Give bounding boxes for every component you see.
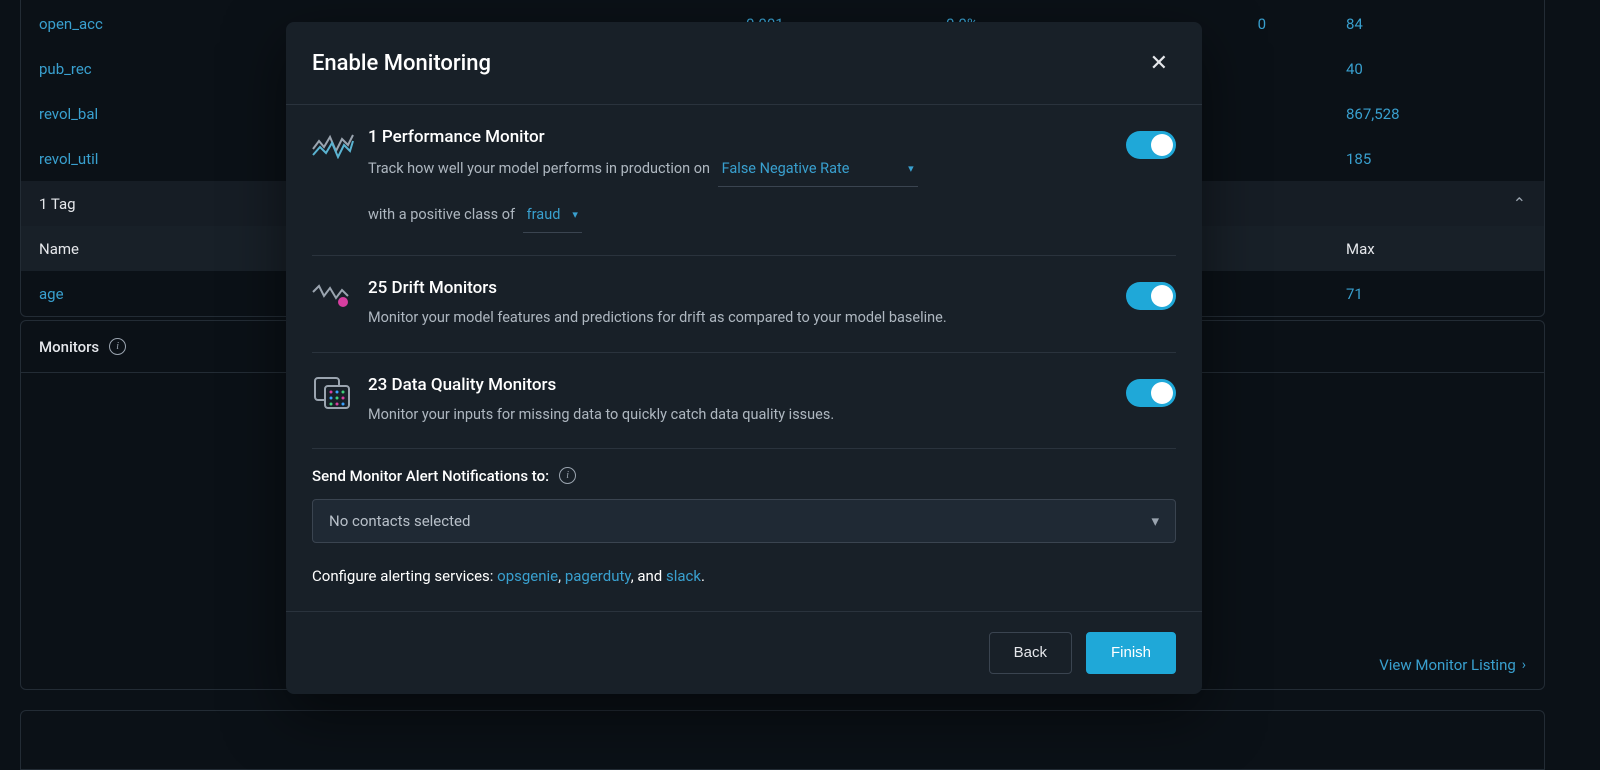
modal-header: Enable Monitoring ✕ bbox=[286, 22, 1202, 105]
performance-monitor-section: 1 Performance Monitor Track how well you… bbox=[312, 105, 1176, 255]
close-icon: ✕ bbox=[1150, 50, 1168, 75]
posclass-value: fraud bbox=[527, 203, 561, 226]
contacts-placeholder: No contacts selected bbox=[329, 512, 470, 530]
modal-title: Enable Monitoring bbox=[312, 51, 491, 76]
data-quality-section: 23 Data Quality Monitors Monitor your in… bbox=[312, 353, 1176, 448]
drift-monitors-section: 25 Drift Monitors Monitor your model fea… bbox=[312, 256, 1176, 351]
perf-desc-2: with a positive class of bbox=[368, 206, 515, 223]
pagerduty-link[interactable]: pagerduty bbox=[565, 567, 631, 585]
positive-class-select[interactable]: fraud ▾ bbox=[523, 201, 582, 233]
back-button[interactable]: Back bbox=[989, 632, 1072, 674]
close-button[interactable]: ✕ bbox=[1142, 46, 1176, 80]
opsgenie-link[interactable]: opsgenie bbox=[497, 567, 558, 585]
drift-toggle[interactable] bbox=[1126, 282, 1176, 310]
performance-metric-select[interactable]: False Negative Rate ▾ bbox=[718, 155, 918, 187]
alert-notifications-block: Send Monitor Alert Notifications to: i N… bbox=[286, 449, 1202, 607]
enable-monitoring-modal: Enable Monitoring ✕ 1 Performance Monito… bbox=[286, 22, 1202, 694]
info-icon[interactable]: i bbox=[559, 467, 576, 484]
slack-link[interactable]: slack bbox=[666, 567, 701, 585]
dq-title: 23 Data Quality Monitors bbox=[368, 375, 1096, 395]
contacts-select[interactable]: No contacts selected ▾ bbox=[312, 499, 1176, 543]
performance-toggle[interactable] bbox=[1126, 131, 1176, 159]
finish-button[interactable]: Finish bbox=[1086, 632, 1176, 674]
drift-icon bbox=[312, 278, 354, 314]
data-quality-toggle[interactable] bbox=[1126, 379, 1176, 407]
cfg-prefix: Configure alerting services: bbox=[312, 567, 497, 585]
dq-desc: Monitor your inputs for missing data to … bbox=[368, 403, 1096, 426]
drift-desc: Monitor your model features and predicti… bbox=[368, 306, 1096, 329]
data-quality-icon bbox=[312, 375, 354, 411]
performance-title: 1 Performance Monitor bbox=[368, 127, 1096, 147]
modal-footer: Back Finish bbox=[286, 611, 1202, 694]
metric-value: False Negative Rate bbox=[722, 157, 850, 180]
perf-desc-1: Track how well your model performs in pr… bbox=[368, 160, 710, 177]
performance-icon bbox=[312, 127, 354, 163]
chevron-down-icon: ▾ bbox=[572, 206, 578, 224]
configure-alerting-line: Configure alerting services: opsgenie, p… bbox=[312, 567, 1176, 585]
chevron-down-icon: ▾ bbox=[908, 160, 914, 178]
alert-label: Send Monitor Alert Notifications to: bbox=[312, 467, 549, 485]
chevron-down-icon: ▾ bbox=[1151, 512, 1159, 530]
modal-overlay: Enable Monitoring ✕ 1 Performance Monito… bbox=[0, 0, 1600, 748]
drift-title: 25 Drift Monitors bbox=[368, 278, 1096, 298]
